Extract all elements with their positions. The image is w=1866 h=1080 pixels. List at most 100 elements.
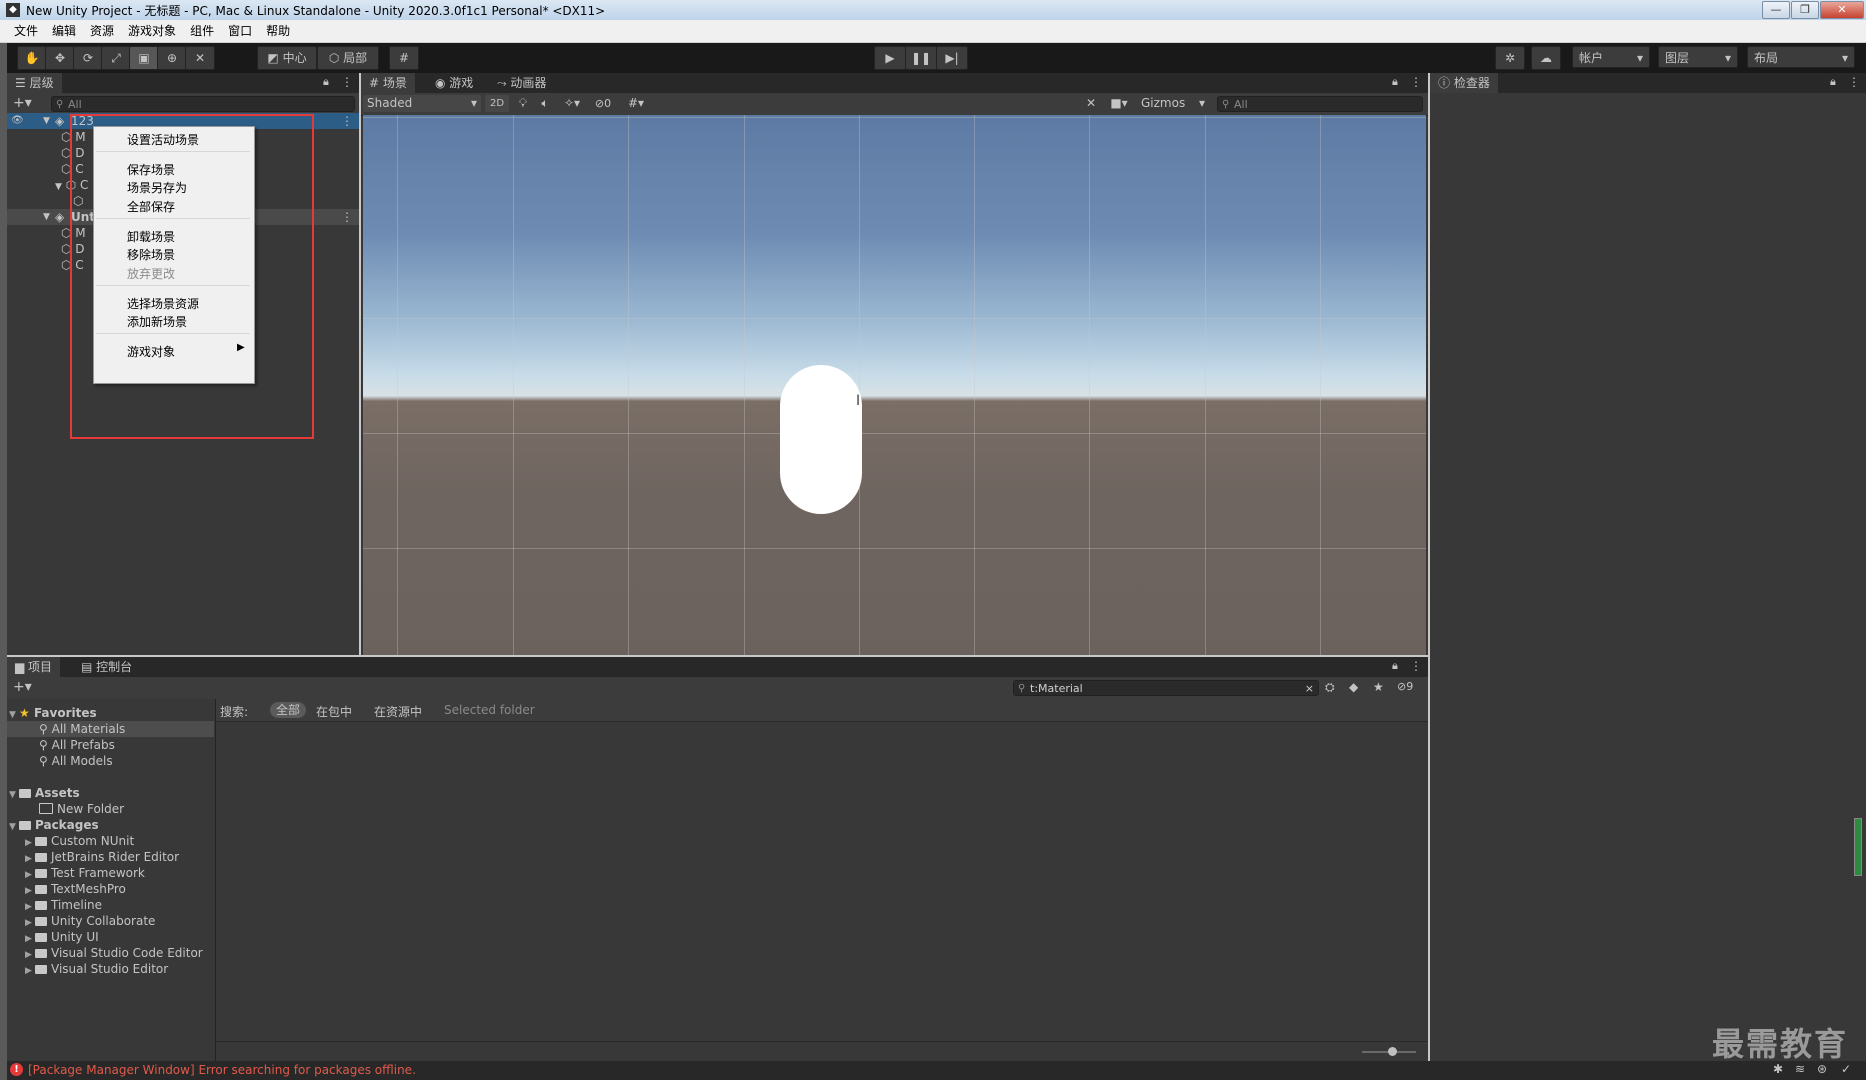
tab-inspector[interactable]: ⓘ 检查器: [1430, 73, 1498, 93]
expand-triangle-icon[interactable]: ▶: [25, 963, 35, 979]
pivot-space-button[interactable]: ⬡ 局部: [317, 46, 379, 70]
package-item[interactable]: ▶ TextMeshPro: [25, 881, 126, 897]
menu-item-set-active-scene[interactable]: 设置活动场景: [127, 131, 199, 148]
more-options-icon[interactable]: ⋮: [1848, 75, 1860, 89]
menu-item-save-scene[interactable]: 保存场景: [127, 161, 175, 178]
hidden-objects-toggle[interactable]: ⊘0: [589, 95, 617, 112]
scene-search-input[interactable]: ⚲ All: [1217, 96, 1423, 112]
maximize-button[interactable]: ❐: [1791, 1, 1819, 19]
menu-window[interactable]: 窗口: [221, 20, 259, 42]
package-item[interactable]: ▶ Unity UI: [25, 929, 99, 945]
menu-item-save-scene-as[interactable]: 场景另存为: [127, 179, 187, 196]
expand-triangle-icon[interactable]: ▼: [55, 182, 62, 192]
folder-item[interactable]: New Folder: [39, 801, 124, 817]
hand-tool-icon[interactable]: ✋: [17, 46, 47, 70]
more-options-icon[interactable]: ⋮: [341, 75, 353, 89]
package-item[interactable]: ▶ Test Framework: [25, 865, 145, 881]
package-item[interactable]: ▶ Timeline: [25, 897, 102, 913]
package-item[interactable]: ▶ JetBrains Rider Editor: [25, 849, 179, 865]
tab-project[interactable]: ▆ 项目: [7, 657, 61, 677]
favorites-header[interactable]: ▼ ★ Favorites: [9, 705, 97, 721]
scale-tool-icon[interactable]: ⤢: [101, 46, 131, 70]
collab-icon[interactable]: ✲: [1495, 46, 1525, 70]
assets-header[interactable]: ▼ Assets: [9, 785, 80, 801]
camera-icon[interactable]: ■▾: [1105, 95, 1133, 112]
menu-item-select-scene-asset[interactable]: 选择场景资源: [127, 295, 199, 312]
shading-dropdown[interactable]: Shaded ▾: [363, 95, 481, 112]
tab-hierarchy[interactable]: ☰ 层级: [7, 73, 62, 93]
pause-button[interactable]: ❚❚: [905, 46, 937, 70]
scene-viewport[interactable]: I: [363, 115, 1426, 655]
custom-tool-icon[interactable]: ✕: [185, 46, 215, 70]
grid-snap-icon[interactable]: #: [389, 46, 419, 70]
lock-icon[interactable]: 🔒︎: [323, 75, 329, 89]
menu-component[interactable]: 组件: [183, 20, 221, 42]
package-item[interactable]: ▶ Custom NUnit: [25, 833, 134, 849]
tab-console[interactable]: ▤ 控制台: [73, 657, 140, 677]
add-icon[interactable]: +▾: [13, 95, 32, 111]
package-item[interactable]: ▶ Unity Collaborate: [25, 913, 155, 929]
menu-file[interactable]: 文件: [7, 20, 45, 42]
lighting-icon[interactable]: 💡︎: [513, 95, 533, 112]
expand-triangle-icon[interactable]: ▼: [43, 113, 50, 129]
layout-dropdown[interactable]: 布局 ▾: [1747, 46, 1855, 68]
filter-in-packages[interactable]: 在包中: [316, 703, 352, 720]
rotate-tool-icon[interactable]: ⟳: [73, 46, 103, 70]
step-button[interactable]: ▶|: [936, 46, 968, 70]
grid-toggle-icon[interactable]: #▾: [619, 95, 653, 112]
package-item[interactable]: ▶ Visual Studio Code Editor: [25, 945, 203, 961]
tab-game[interactable]: ◉ 游戏: [427, 73, 481, 93]
filter-all[interactable]: 全部: [270, 702, 307, 718]
audio-icon[interactable]: 🔈︎: [535, 95, 555, 112]
account-dropdown[interactable]: 帐户 ▾: [1572, 46, 1650, 68]
pivot-center-button[interactable]: ◩ 中心: [257, 46, 317, 70]
hidden-packages-toggle[interactable]: ⊘9: [1397, 680, 1413, 693]
menu-item-add-new-scene[interactable]: 添加新场景: [127, 313, 187, 330]
cloud-icon[interactable]: ☁: [1531, 46, 1561, 70]
packages-header[interactable]: ▼ Packages: [9, 817, 99, 833]
status-message[interactable]: [Package Manager Window] Error searching…: [28, 1063, 416, 1077]
menu-help[interactable]: 帮助: [259, 20, 297, 42]
hierarchy-search-input[interactable]: ⚲ All: [51, 96, 355, 112]
expand-triangle-icon[interactable]: ▼: [9, 819, 19, 835]
menu-edit[interactable]: 编辑: [45, 20, 83, 42]
search-by-type-icon[interactable]: ⛭: [1325, 680, 1335, 695]
capsule-object[interactable]: [780, 365, 862, 514]
play-button[interactable]: ▶: [874, 46, 906, 70]
project-search-input[interactable]: ⚲ t:Material ×: [1013, 680, 1319, 696]
lock-icon[interactable]: 🔒︎: [1392, 659, 1398, 673]
move-tool-icon[interactable]: ✥: [45, 46, 75, 70]
favorite-item-all-prefabs[interactable]: ⚲ All Prefabs: [39, 737, 115, 753]
close-window-button[interactable]: ✕: [1820, 1, 1864, 19]
transform-tool-icon[interactable]: ⊕: [157, 46, 187, 70]
rect-tool-icon[interactable]: ▣: [129, 46, 159, 70]
scene-more-icon[interactable]: ⋮: [341, 209, 353, 225]
menu-item-gameobject[interactable]: 游戏对象: [127, 343, 175, 360]
expand-triangle-icon[interactable]: ▼: [43, 209, 50, 225]
minimize-button[interactable]: —: [1762, 1, 1790, 19]
favorite-star-icon[interactable]: ★: [1373, 680, 1384, 694]
more-options-icon[interactable]: ⋮: [1410, 659, 1422, 673]
clear-search-icon[interactable]: ×: [1305, 681, 1314, 697]
menu-gameobject[interactable]: 游戏对象: [121, 20, 183, 42]
expand-triangle-icon[interactable]: ▼: [9, 787, 19, 803]
lock-icon[interactable]: 🔒︎: [1392, 75, 1398, 89]
mode-2d-toggle[interactable]: 2D: [485, 95, 509, 112]
effects-icon[interactable]: ✧▾: [557, 95, 587, 112]
package-item[interactable]: ▶ Visual Studio Editor: [25, 961, 168, 977]
menu-item-unload-scene[interactable]: 卸载场景: [127, 228, 175, 245]
more-options-icon[interactable]: ⋮: [1410, 75, 1422, 89]
visibility-icon[interactable]: 👁︎: [11, 113, 24, 129]
filter-in-assets[interactable]: 在资源中: [374, 703, 422, 720]
favorite-item-all-materials[interactable]: ⚲ All Materials: [7, 721, 214, 737]
zoom-slider-handle[interactable]: [1388, 1047, 1397, 1056]
search-by-label-icon[interactable]: ◆: [1349, 680, 1358, 694]
menu-assets[interactable]: 资源: [83, 20, 121, 42]
tab-animator[interactable]: ⤳ 动画器: [489, 73, 554, 93]
tab-scene[interactable]: # 场景: [361, 73, 415, 93]
menu-item-save-all[interactable]: 全部保存: [127, 198, 175, 215]
favorite-item-all-models[interactable]: ⚲ All Models: [39, 753, 113, 769]
scene-more-icon[interactable]: ⋮: [341, 113, 353, 129]
create-asset-icon[interactable]: +▾: [13, 679, 32, 695]
layers-dropdown[interactable]: 图层 ▾: [1658, 46, 1738, 68]
